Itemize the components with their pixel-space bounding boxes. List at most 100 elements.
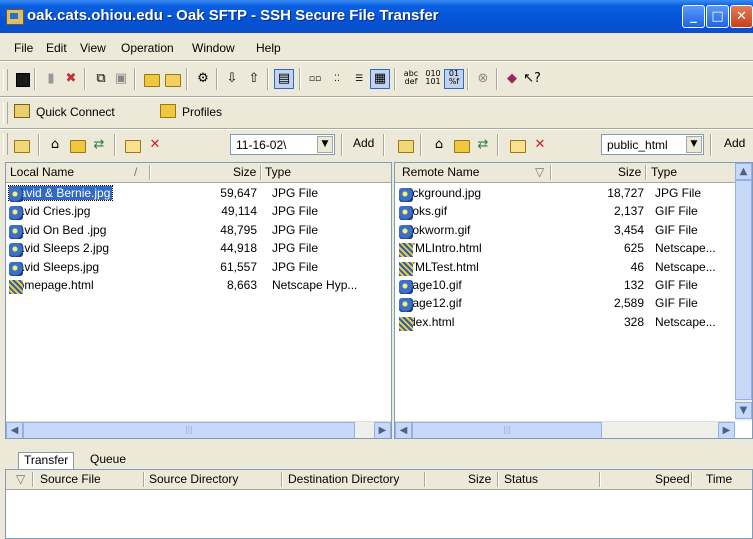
menu-view[interactable]: View: [80, 41, 106, 55]
remote-size-header[interactable]: Size: [618, 165, 641, 179]
maximize-button[interactable]: □: [706, 5, 729, 28]
remote-new-folder-icon[interactable]: [508, 136, 526, 154]
column-divider[interactable]: [281, 472, 283, 487]
scroll-right-icon[interactable]: ▶: [718, 422, 735, 438]
remote-refresh-icon[interactable]: ⇄: [474, 136, 492, 154]
scroll-thumb[interactable]: |||: [412, 422, 602, 438]
chevron-down-icon[interactable]: ▼: [686, 136, 702, 153]
column-divider[interactable]: [599, 472, 601, 487]
file-row[interactable]: David Sleeps.jpg 61,557 JPG File: [6, 258, 391, 276]
local-type-header[interactable]: Type: [265, 165, 291, 179]
minimize-button[interactable]: _: [682, 5, 705, 28]
scroll-thumb[interactable]: [735, 180, 752, 400]
file-row[interactable]: Image12.gif 2,589 GIF File: [395, 294, 752, 313]
ascii-mode-icon[interactable]: abc def: [402, 70, 420, 88]
toolbar-grip[interactable]: [3, 133, 8, 155]
new-terminal-icon[interactable]: [142, 70, 160, 88]
local-file-pane[interactable]: Local Name / Size Type David & Bernie.jp…: [5, 162, 392, 439]
remote-home-icon[interactable]: ⌂: [430, 136, 448, 154]
remote-name-header[interactable]: Remote Name: [402, 165, 479, 179]
column-divider[interactable]: [32, 472, 34, 487]
column-divider[interactable]: [143, 472, 145, 487]
download-icon[interactable]: ⇩: [223, 70, 241, 88]
local-up-folder-icon[interactable]: [68, 136, 86, 154]
large-icons-icon[interactable]: ▫▫: [306, 70, 324, 88]
local-horizontal-scrollbar[interactable]: ◀ ||| ▶: [6, 421, 391, 438]
scroll-left-icon[interactable]: ◀: [6, 422, 23, 438]
file-row[interactable]: David & Bernie.jpg 59,647 JPG File: [6, 184, 391, 202]
settings-icon[interactable]: ⚙: [194, 70, 212, 88]
remote-path-combo[interactable]: public_html ▼: [601, 134, 704, 155]
disconnect-icon[interactable]: ▮: [42, 70, 60, 88]
app-icon[interactable]: [6, 9, 24, 25]
chevron-down-icon[interactable]: ▼: [317, 136, 333, 153]
tab-transfer[interactable]: Transfer: [18, 452, 75, 470]
details-view-icon[interactable]: ▦: [370, 69, 390, 89]
column-divider[interactable]: [260, 165, 262, 180]
source-file-header[interactable]: Source File: [40, 472, 101, 486]
file-row[interactable]: David Sleeps 2.jpg 44,918 JPG File: [6, 239, 391, 258]
file-row[interactable]: HTMLTest.html 46 Netscape...: [395, 258, 752, 276]
remote-toggle-tree-icon[interactable]: [396, 136, 414, 154]
upload-icon[interactable]: ⇧: [245, 70, 263, 88]
local-home-icon[interactable]: ⌂: [46, 136, 64, 154]
profiles-button[interactable]: Profiles: [160, 104, 222, 119]
file-row[interactable]: David Cries.jpg 49,114 JPG File: [6, 202, 391, 221]
file-row[interactable]: David On Bed .jpg 48,795 JPG File: [6, 221, 391, 239]
column-divider[interactable]: [149, 165, 151, 180]
remote-horizontal-scrollbar[interactable]: ◀ ||| ▶: [395, 421, 735, 438]
remote-delete-icon[interactable]: ✕: [531, 136, 549, 154]
size-header[interactable]: Size: [468, 472, 491, 486]
save-icon[interactable]: [13, 70, 31, 88]
menu-help[interactable]: Help: [256, 41, 281, 55]
new-file-transfer-icon[interactable]: [163, 70, 181, 88]
file-row[interactable]: Index.html 328 Netscape...: [395, 313, 752, 331]
toolbar-grip[interactable]: [3, 102, 8, 124]
local-add-button[interactable]: Add: [353, 136, 374, 150]
view-toggle-icon[interactable]: ▤: [274, 69, 294, 89]
file-row[interactable]: books.gif 2,137 GIF File: [395, 202, 752, 221]
local-path-combo[interactable]: 11-16-02\ ▼: [230, 134, 335, 155]
file-row[interactable]: background.jpg 18,727 JPG File: [395, 184, 752, 202]
file-row[interactable]: bookworm.gif 3,454 GIF File: [395, 221, 752, 239]
column-divider[interactable]: [645, 165, 647, 180]
column-divider[interactable]: [424, 472, 426, 487]
scroll-thumb[interactable]: |||: [23, 422, 355, 438]
quick-connect-button[interactable]: Quick Connect: [14, 104, 115, 119]
paste-icon[interactable]: ▣: [112, 70, 130, 88]
scroll-up-icon[interactable]: ▲: [735, 163, 752, 180]
context-help-icon[interactable]: ↖?: [523, 70, 541, 88]
menu-edit[interactable]: Edit: [46, 41, 67, 55]
local-name-header[interactable]: Local Name: [10, 165, 74, 179]
toolbar-grip[interactable]: [3, 69, 8, 91]
binary-mode-icon[interactable]: 010 101: [424, 70, 442, 88]
source-directory-header[interactable]: Source Directory: [149, 472, 238, 486]
help-book-icon[interactable]: ◆: [503, 70, 521, 88]
file-row[interactable]: Image10.gif 132 GIF File: [395, 276, 752, 294]
menu-window[interactable]: Window: [192, 41, 235, 55]
scroll-down-icon[interactable]: ▼: [735, 402, 752, 419]
remote-file-pane[interactable]: Remote Name ▽ Size Type background.jpg 18…: [394, 162, 753, 439]
local-new-folder-icon[interactable]: [123, 136, 141, 154]
remote-type-header[interactable]: Type: [651, 165, 677, 179]
speed-header[interactable]: Speed: [655, 472, 690, 486]
column-divider[interactable]: [550, 165, 552, 180]
scroll-left-icon[interactable]: ◀: [395, 422, 412, 438]
local-delete-icon[interactable]: ✕: [146, 136, 164, 154]
copy-icon[interactable]: ⧉: [92, 70, 110, 88]
status-header[interactable]: Status: [504, 472, 538, 486]
file-row[interactable]: Homepage.html 8,663 Netscape Hyp...: [6, 276, 391, 294]
disconnect-all-icon[interactable]: ✖: [62, 70, 80, 88]
tab-queue[interactable]: Queue: [85, 452, 131, 469]
column-divider[interactable]: [497, 472, 499, 487]
stop-icon[interactable]: ⊗: [474, 70, 492, 88]
title-bar[interactable]: oak.cats.ohiou.edu - Oak SFTP - SSH Secu…: [0, 0, 753, 33]
local-toggle-tree-icon[interactable]: [12, 136, 30, 154]
column-divider[interactable]: [691, 472, 693, 487]
auto-mode-icon[interactable]: 01 %f: [444, 69, 464, 89]
scroll-right-icon[interactable]: ▶: [374, 422, 391, 438]
small-icons-icon[interactable]: ⁚⁚: [328, 70, 346, 88]
remote-add-button[interactable]: Add: [724, 136, 745, 150]
file-row[interactable]: HTMLIntro.html 625 Netscape...: [395, 239, 752, 258]
transfer-list[interactable]: ▽ Source File Source Directory Destinati…: [5, 469, 753, 539]
